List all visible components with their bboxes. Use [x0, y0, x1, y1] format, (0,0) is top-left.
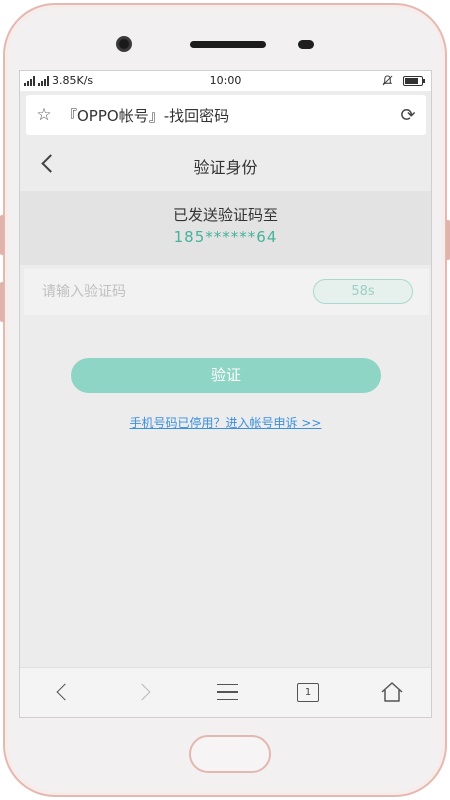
home-page-button[interactable]: [368, 668, 416, 717]
star-icon[interactable]: ☆: [26, 105, 62, 125]
power-button[interactable]: [446, 220, 450, 260]
menu-icon: [217, 684, 238, 700]
sent-info-panel: 已发送验证码至 185******64: [20, 191, 431, 265]
home-icon: [381, 682, 403, 702]
chevron-right-icon: [133, 683, 151, 701]
verify-button[interactable]: 验证: [71, 358, 381, 393]
battery-icon: [403, 75, 425, 86]
browser-toolbar: 1: [20, 667, 431, 717]
status-bar: 3.85K/s 10:00: [20, 71, 431, 91]
status-right: [382, 75, 425, 86]
proximity-sensor: [298, 40, 314, 49]
reload-icon[interactable]: ⟳: [390, 105, 426, 126]
menu-button[interactable]: [203, 668, 251, 717]
earpiece-speaker: [190, 41, 266, 48]
bell-muted-icon: [382, 75, 393, 86]
nav-back-button[interactable]: [38, 668, 86, 717]
account-appeal-link[interactable]: 手机号码已停用？进入帐号申诉 >>: [20, 414, 431, 431]
sent-label: 已发送验证码至: [172, 206, 278, 224]
resend-countdown-button[interactable]: 58s: [313, 279, 413, 304]
status-time: 10:00: [209, 74, 242, 87]
volume-down-button[interactable]: [0, 282, 4, 322]
code-input-row: 58s: [24, 269, 429, 315]
masked-phone-number: 185******64: [173, 228, 278, 246]
volume-up-button[interactable]: [0, 215, 4, 255]
screen: 3.85K/s 10:00 ☆ 『OPPO帐号』-找回密码 ⟳ 验证身份 已发送…: [19, 70, 432, 718]
tabs-icon: 1: [297, 683, 319, 702]
page-title: 验证身份: [193, 158, 258, 177]
tabs-button[interactable]: 1: [285, 668, 333, 717]
home-button[interactable]: [189, 735, 271, 773]
front-camera: [116, 36, 132, 52]
nav-forward-button[interactable]: [121, 668, 169, 717]
chevron-left-icon: [56, 683, 74, 701]
url-bar[interactable]: ☆ 『OPPO帐号』-找回密码 ⟳: [26, 95, 426, 135]
page-header: 验证身份: [20, 141, 431, 187]
verification-code-input[interactable]: [42, 277, 292, 307]
url-title[interactable]: 『OPPO帐号』-找回密码: [62, 105, 390, 126]
